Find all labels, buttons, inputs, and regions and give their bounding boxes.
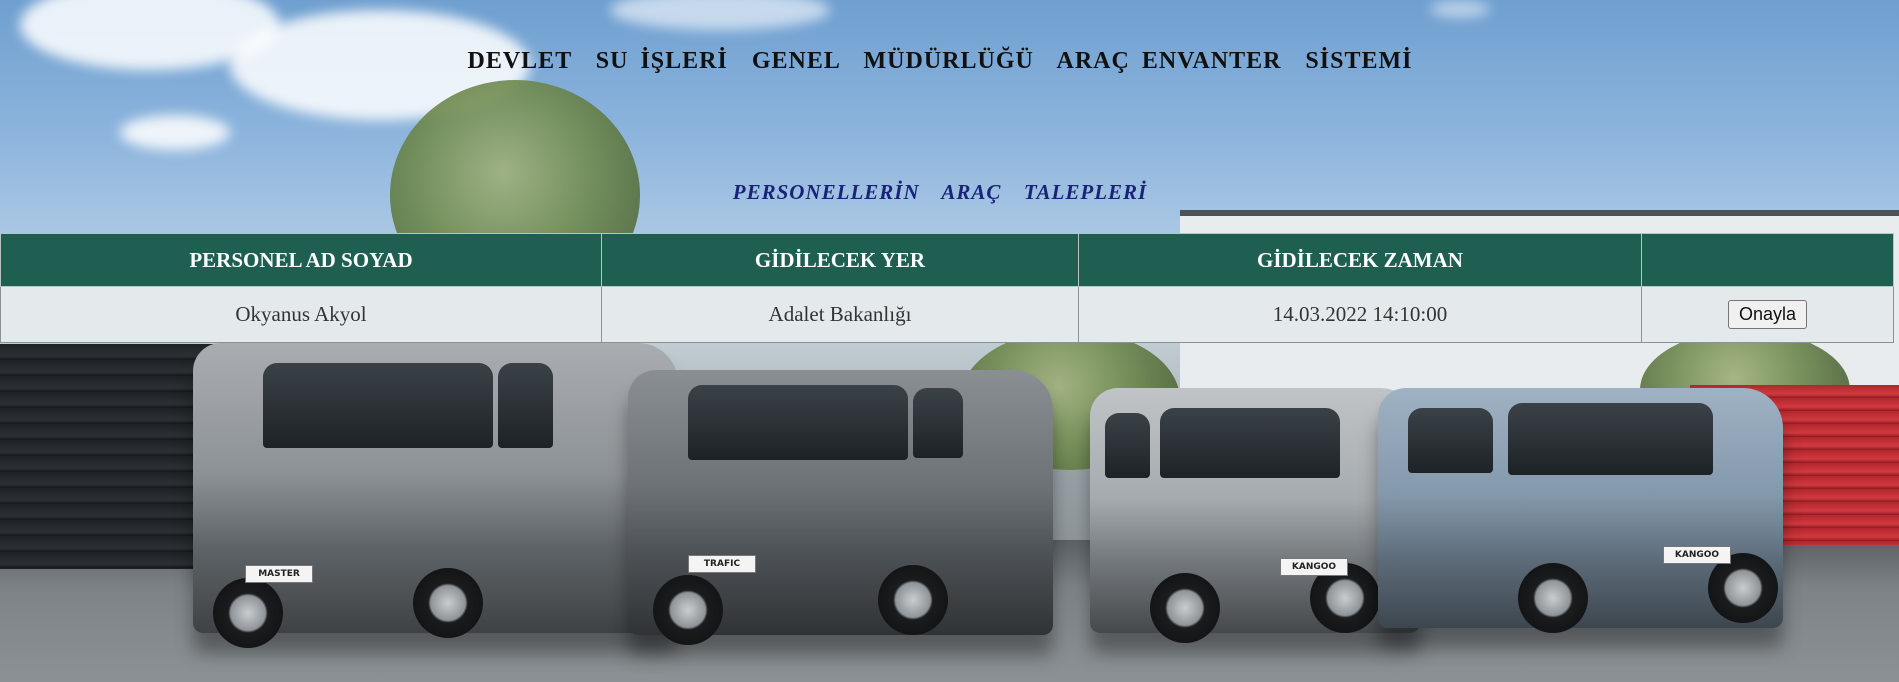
plate-label: KANGOO [1280, 558, 1348, 576]
plate-label: KANGOO [1663, 546, 1731, 564]
approve-button[interactable]: Onayla [1727, 300, 1808, 329]
cell-time: 14.03.2022 14:10:00 [1078, 286, 1642, 343]
cell-personnel-name: Okyanus Akyol [0, 286, 602, 343]
section-title: PERSONELLERİN ARAÇ TALEPLERİ [732, 180, 1148, 204]
plate-label: TRAFIC [688, 555, 756, 573]
cloud [1430, 0, 1490, 18]
page: MASTER TRAFIC KANGOO KANGOO DEVLET SU İŞ… [0, 0, 1899, 682]
column-header-destination: GİDİLECEK YER [601, 233, 1079, 287]
table-header-row: PERSONEL AD SOYAD GİDİLECEK YER GİDİLECE… [0, 233, 1894, 287]
column-header-personnel-name: PERSONEL AD SOYAD [0, 233, 602, 287]
column-header-time: GİDİLECEK ZAMAN [1078, 233, 1642, 287]
table-row: Okyanus Akyol Adalet Bakanlığı 14.03.202… [0, 286, 1894, 343]
page-title: DEVLET SU İŞLERİ GENEL MÜDÜRLÜĞÜ ARAÇ EN… [467, 48, 1413, 74]
cell-destination: Adalet Bakanlığı [601, 286, 1079, 343]
cloud [610, 0, 830, 30]
column-header-action [1641, 233, 1894, 287]
van-image-trafic: TRAFIC [628, 370, 1053, 645]
cell-action: Onayla [1641, 286, 1894, 343]
van-image-master: MASTER [193, 343, 678, 648]
vehicle-requests-table: PERSONEL AD SOYAD GİDİLECEK YER GİDİLECE… [0, 233, 1894, 343]
plate-label: MASTER [245, 565, 313, 583]
van-image-kangoo-blue: KANGOO [1378, 388, 1783, 633]
cloud [120, 115, 230, 150]
van-image-kangoo: KANGOO [1090, 388, 1420, 643]
